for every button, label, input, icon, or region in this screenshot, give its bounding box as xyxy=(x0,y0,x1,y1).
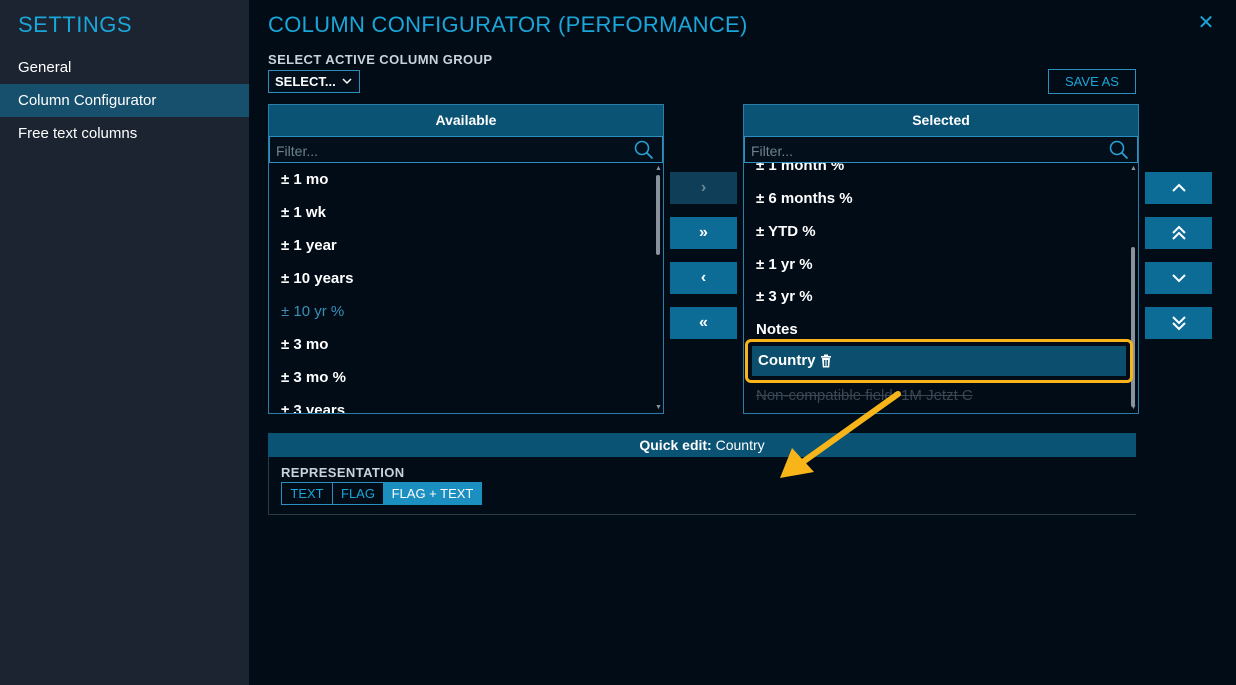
list-item[interactable]: ± YTD % xyxy=(756,215,816,248)
quick-edit-prefix: Quick edit: xyxy=(639,437,712,453)
trash-icon[interactable] xyxy=(820,354,832,368)
chevron-up-icon xyxy=(1171,183,1186,192)
add-all-button[interactable]: » xyxy=(670,217,737,249)
list-item[interactable]: ± 3 yr % xyxy=(756,280,813,313)
sidebar-item-general[interactable]: General xyxy=(0,51,249,84)
scroll-up-icon[interactable]: ▲ xyxy=(655,165,662,172)
available-filter-input[interactable] xyxy=(270,137,628,164)
remove-button[interactable]: ‹ xyxy=(670,262,737,294)
list-item[interactable]: ± 10 years xyxy=(281,262,353,295)
selected-item-country[interactable]: Country xyxy=(752,346,1126,376)
available-filter xyxy=(269,136,663,164)
selected-header: Selected xyxy=(744,105,1138,136)
representation-option-flag-text[interactable]: FLAG + TEXT xyxy=(383,482,482,505)
selected-filter xyxy=(744,136,1138,164)
sidebar-item-free-text-columns[interactable]: Free text columns xyxy=(0,117,249,150)
available-list: ± 1 mo ± 1 wk ± 1 year ± 10 years ± 10 y… xyxy=(269,163,653,413)
list-item[interactable]: ± 6 months % xyxy=(756,182,853,215)
list-item[interactable]: ± 3 mo xyxy=(281,328,328,361)
move-down-button[interactable] xyxy=(1145,262,1212,294)
available-panel: Available ± 1 mo ± 1 wk ± 1 year ± 10 ye… xyxy=(268,104,664,414)
move-up-button[interactable] xyxy=(1145,172,1212,204)
save-as-button[interactable]: SAVE AS xyxy=(1048,69,1136,94)
double-chevron-down-icon xyxy=(1171,316,1186,331)
move-top-button[interactable] xyxy=(1145,217,1212,249)
list-item[interactable]: ± 1 year xyxy=(281,229,337,262)
list-item[interactable]: ± 1 mo xyxy=(281,163,328,196)
annotation-arrow-icon xyxy=(780,391,901,478)
selected-filter-input[interactable] xyxy=(745,137,1103,164)
remove-all-button[interactable]: « xyxy=(670,307,737,339)
chevron-down-icon xyxy=(1171,274,1186,283)
scroll-up-icon[interactable]: ▲ xyxy=(1130,165,1137,172)
double-chevron-up-icon xyxy=(1171,225,1186,240)
representation-label: REPRESENTATION xyxy=(281,465,405,480)
scroll-down-icon[interactable]: ▼ xyxy=(1130,404,1137,411)
search-icon[interactable] xyxy=(1109,140,1129,160)
representation-option-text[interactable]: TEXT xyxy=(281,482,333,505)
selected-item-highlight: Country xyxy=(745,339,1133,383)
list-item[interactable]: ± 1 wk xyxy=(281,196,326,229)
list-item[interactable]: ± 1 month % xyxy=(756,163,844,182)
column-group-label: SELECT ACTIVE COLUMN GROUP xyxy=(268,52,493,67)
chevron-down-icon xyxy=(342,71,352,100)
sidebar-item-column-configurator[interactable]: Column Configurator xyxy=(0,84,249,117)
page-title: COLUMN CONFIGURATOR (PERFORMANCE) xyxy=(268,12,748,37)
add-button[interactable]: › xyxy=(670,172,737,204)
list-item[interactable]: ± 3 mo % xyxy=(281,361,346,394)
scroll-thumb[interactable] xyxy=(1131,247,1135,407)
sidebar-title: SETTINGS xyxy=(18,12,133,37)
list-item[interactable]: ± 1 yr % xyxy=(756,248,813,281)
scroll-down-icon[interactable]: ▼ xyxy=(655,404,662,411)
scroll-thumb[interactable] xyxy=(656,175,660,255)
list-item[interactable]: ± 3 years xyxy=(281,394,345,413)
close-icon[interactable]: ✕ xyxy=(1195,12,1217,34)
representation-option-flag[interactable]: FLAG xyxy=(332,482,384,505)
quick-edit-header: Quick edit: Country xyxy=(268,433,1136,457)
sidebar: SETTINGS General Column Configurator Fre… xyxy=(0,0,249,685)
available-header: Available xyxy=(269,105,663,136)
list-item-label: Country xyxy=(758,352,816,369)
list-item[interactable]: ± 10 yr % xyxy=(281,295,344,328)
column-group-select-value: SELECT... xyxy=(275,74,336,89)
column-group-select[interactable]: SELECT... xyxy=(268,70,360,93)
move-bottom-button[interactable] xyxy=(1145,307,1212,339)
quick-edit-field: Country xyxy=(715,437,765,453)
search-icon[interactable] xyxy=(634,140,654,160)
available-scrollbar[interactable]: ▲ ▼ xyxy=(655,165,662,411)
